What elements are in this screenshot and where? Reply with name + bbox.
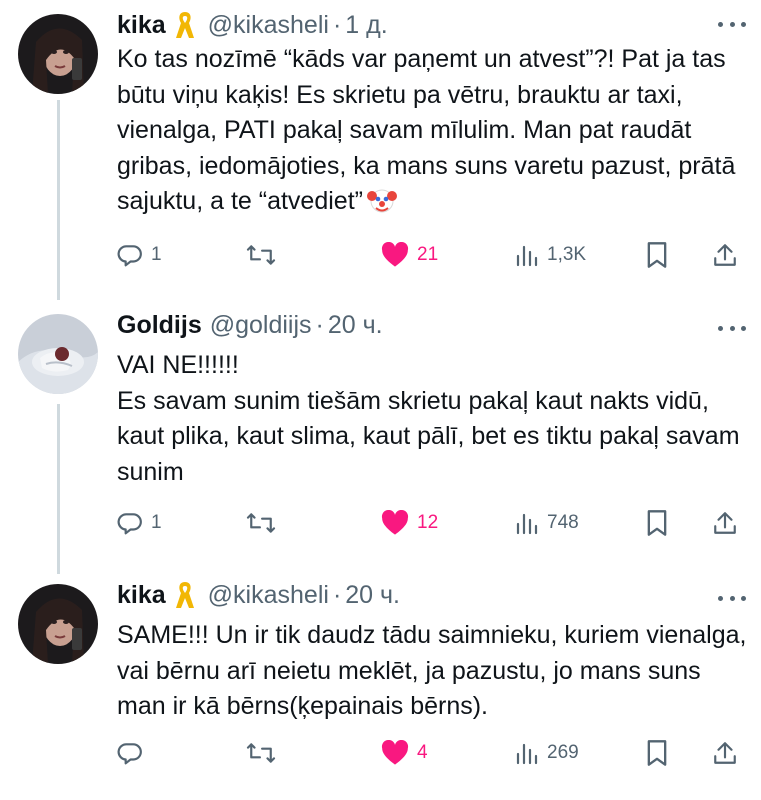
avatar-kika[interactable] bbox=[18, 584, 98, 664]
share-icon bbox=[714, 244, 736, 266]
retweet-icon bbox=[246, 245, 276, 265]
like-count: 21 bbox=[417, 244, 439, 265]
reply-icon bbox=[117, 743, 142, 765]
like-heart-icon bbox=[381, 740, 409, 765]
views-count: 1,3K bbox=[547, 244, 587, 265]
author-name[interactable]: Goldijs bbox=[117, 311, 202, 340]
yellow-ribbon-icon bbox=[174, 580, 196, 610]
tweet-2[interactable]: Goldijs @goldiijs · 20 ч. VAI NE!!!!!! E… bbox=[0, 300, 761, 570]
reply-count: 1 bbox=[151, 512, 162, 533]
like-button[interactable]: 21 bbox=[381, 238, 438, 272]
timestamp[interactable]: 1 д. bbox=[345, 11, 387, 40]
yellow-ribbon-icon bbox=[174, 10, 196, 40]
bookmark-icon bbox=[647, 740, 667, 766]
share-button[interactable] bbox=[712, 238, 738, 272]
clown-face-icon bbox=[366, 185, 397, 215]
views-icon bbox=[516, 743, 538, 765]
bookmark-icon bbox=[647, 510, 667, 536]
like-count: 12 bbox=[417, 512, 439, 533]
views-icon bbox=[516, 513, 538, 535]
bookmark-icon bbox=[647, 242, 667, 268]
tweet-text: Ko tas nozīmē “kāds var paņemt un atvest… bbox=[117, 45, 743, 215]
like-heart-icon bbox=[381, 242, 409, 267]
share-button[interactable] bbox=[712, 506, 738, 540]
like-button[interactable]: 12 bbox=[381, 506, 438, 540]
more-options-icon[interactable] bbox=[718, 324, 746, 332]
author-handle[interactable]: @kikasheli bbox=[208, 581, 329, 610]
avatar-kika[interactable] bbox=[18, 14, 98, 94]
author-name[interactable]: kika bbox=[117, 11, 166, 40]
separator-dot: · bbox=[315, 310, 324, 339]
share-icon bbox=[714, 742, 736, 764]
tweet-text: SAME!!! Un ir tik daudz tādu saimnieku, … bbox=[117, 621, 754, 720]
separator-dot: · bbox=[332, 10, 342, 39]
reply-button[interactable]: 1 bbox=[117, 506, 162, 540]
retweet-icon bbox=[246, 513, 276, 533]
share-button[interactable] bbox=[712, 736, 738, 770]
author-handle[interactable]: @kikasheli bbox=[208, 11, 329, 40]
bookmark-button[interactable] bbox=[645, 506, 669, 540]
views-button[interactable]: 1,3K bbox=[515, 238, 586, 272]
views-count: 748 bbox=[547, 512, 579, 533]
more-options-icon[interactable] bbox=[718, 20, 746, 28]
bookmark-button[interactable] bbox=[645, 238, 669, 272]
views-icon bbox=[516, 245, 538, 267]
reply-button[interactable] bbox=[117, 736, 151, 770]
reply-icon bbox=[117, 513, 142, 535]
tweet-1[interactable]: kika @kikasheli · 1 д. Ko tas nozīmē “kā… bbox=[0, 0, 761, 300]
like-count: 4 bbox=[417, 742, 428, 763]
separator-dot: · bbox=[332, 580, 342, 609]
more-options-icon[interactable] bbox=[718, 594, 746, 602]
reply-count: 1 bbox=[151, 244, 162, 265]
views-count: 269 bbox=[547, 742, 579, 763]
reply-button[interactable]: 1 bbox=[117, 238, 162, 272]
like-heart-icon bbox=[381, 510, 409, 535]
timestamp[interactable]: 20 ч. bbox=[345, 581, 400, 610]
tweet-text: VAI NE!!!!!! Es savam sunim tiešām skrie… bbox=[117, 351, 740, 486]
reply-icon bbox=[117, 245, 142, 267]
retweet-button[interactable] bbox=[245, 238, 285, 272]
author-name[interactable]: kika bbox=[117, 581, 166, 610]
tweet-3[interactable]: kika @kikasheli · 20 ч. SAME!!! Un ir ti… bbox=[0, 570, 761, 800]
retweet-button[interactable] bbox=[245, 506, 285, 540]
bookmark-button[interactable] bbox=[645, 736, 669, 770]
timestamp[interactable]: 20 ч. bbox=[328, 311, 383, 340]
retweet-button[interactable] bbox=[245, 736, 285, 770]
author-handle[interactable]: @goldiijs bbox=[210, 311, 312, 340]
views-button[interactable]: 748 bbox=[515, 506, 579, 540]
views-button[interactable]: 269 bbox=[515, 736, 579, 770]
like-button[interactable]: 4 bbox=[381, 736, 428, 770]
share-icon bbox=[714, 512, 736, 534]
avatar-goldijs[interactable] bbox=[18, 314, 98, 394]
retweet-icon bbox=[246, 743, 276, 763]
